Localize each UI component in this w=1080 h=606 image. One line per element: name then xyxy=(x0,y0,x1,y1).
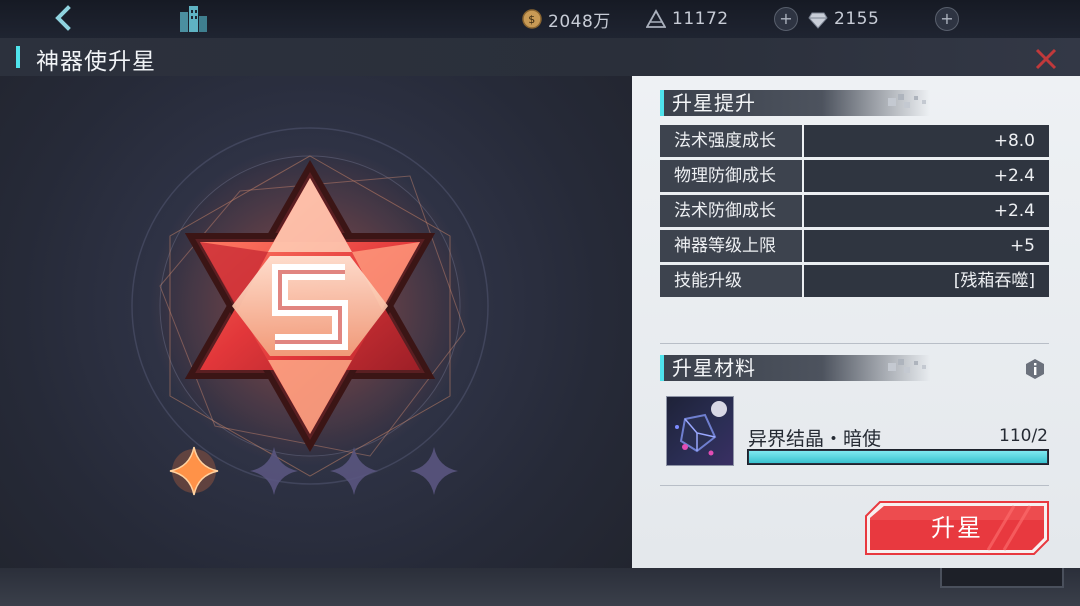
back-button[interactable] xyxy=(46,2,80,34)
stat-value: +2.4 xyxy=(804,195,1049,227)
stat-row: 法术防御成长 +2.4 xyxy=(660,195,1049,227)
title-accent-bar xyxy=(16,46,20,68)
upgrade-star-button[interactable]: 升星 xyxy=(864,500,1050,556)
bottom-strip xyxy=(0,568,1080,606)
add-diamond-button[interactable]: + xyxy=(935,7,959,31)
upgrade-button-label: 升星 xyxy=(931,514,983,542)
gold-resource: $ 2048万 xyxy=(522,6,611,32)
star-upgrade-panel: 升星提升 法术强度成长 +8.0 物理防御成长 +2.4 法术防御成长 +2.4… xyxy=(632,76,1080,568)
stat-row: 物理防御成长 +2.4 xyxy=(660,160,1049,192)
material-section-title: 升星材料 xyxy=(672,356,756,380)
gold-coin-icon: $ xyxy=(522,9,542,29)
back-arrow-icon xyxy=(55,5,71,31)
page-title: 神器使升星 xyxy=(36,49,156,75)
material-count: 110/2 xyxy=(999,426,1048,446)
section-accent-bar xyxy=(660,355,664,381)
pixel-decoration-icon xyxy=(888,359,926,373)
top-resource-bar: $ 2048万 11172 + 2155 + xyxy=(0,0,1080,38)
skill-name-link[interactable]: [残葙吞噬] xyxy=(804,265,1049,297)
diamond-resource: 2155 xyxy=(808,6,879,32)
stat-label: 法术防御成长 xyxy=(660,195,802,227)
stat-row: 神器等级上限 +5 xyxy=(660,230,1049,262)
home-button[interactable] xyxy=(176,2,212,34)
diamond-amount: 2155 xyxy=(834,9,880,29)
material-progress-bar xyxy=(747,449,1049,465)
material-progress-fill xyxy=(749,451,1047,463)
stat-label: 法术强度成长 xyxy=(660,125,802,157)
star-filled-icon xyxy=(169,446,219,496)
star-level-indicator xyxy=(169,446,458,496)
star-empty-icon xyxy=(330,447,378,495)
pyramid-crystal-icon xyxy=(646,9,666,28)
crystal-amount: 11172 xyxy=(672,9,729,29)
section-divider xyxy=(660,485,1049,486)
stat-row: 法术强度成长 +8.0 xyxy=(660,125,1049,157)
upgrade-section-title: 升星提升 xyxy=(672,91,756,115)
artifact-stage xyxy=(0,76,632,568)
pixel-decoration-icon xyxy=(888,94,926,108)
diamond-gem-icon xyxy=(808,12,828,29)
stat-value: +8.0 xyxy=(804,125,1049,157)
stat-value: +5 xyxy=(804,230,1049,262)
star-empty-icon xyxy=(410,447,458,495)
section-divider xyxy=(660,343,1049,344)
crystal-resource: 11172 xyxy=(646,6,729,32)
section-accent-bar xyxy=(660,90,664,116)
info-icon[interactable] xyxy=(1024,358,1046,380)
add-crystal-button[interactable]: + xyxy=(774,7,798,31)
stat-label: 物理防御成长 xyxy=(660,160,802,192)
title-bar: 神器使升星 xyxy=(0,38,1080,76)
skill-upgrade-row[interactable]: 技能升级 [残葙吞噬] xyxy=(660,265,1049,297)
dark-crystal-icon xyxy=(675,401,727,456)
stat-value: +2.4 xyxy=(804,160,1049,192)
close-icon[interactable] xyxy=(1032,45,1060,73)
svg-text:$: $ xyxy=(528,13,536,26)
stat-label: 神器等级上限 xyxy=(660,230,802,262)
background-button xyxy=(940,568,1064,588)
stat-label: 技能升级 xyxy=(660,265,802,297)
city-buildings-icon xyxy=(180,6,207,32)
star-rank-emblem xyxy=(131,127,489,485)
gold-amount: 2048万 xyxy=(548,11,611,32)
material-item-icon[interactable] xyxy=(666,396,734,466)
star-empty-icon xyxy=(250,447,298,495)
material-name: 异界结晶・暗使 xyxy=(748,428,882,450)
